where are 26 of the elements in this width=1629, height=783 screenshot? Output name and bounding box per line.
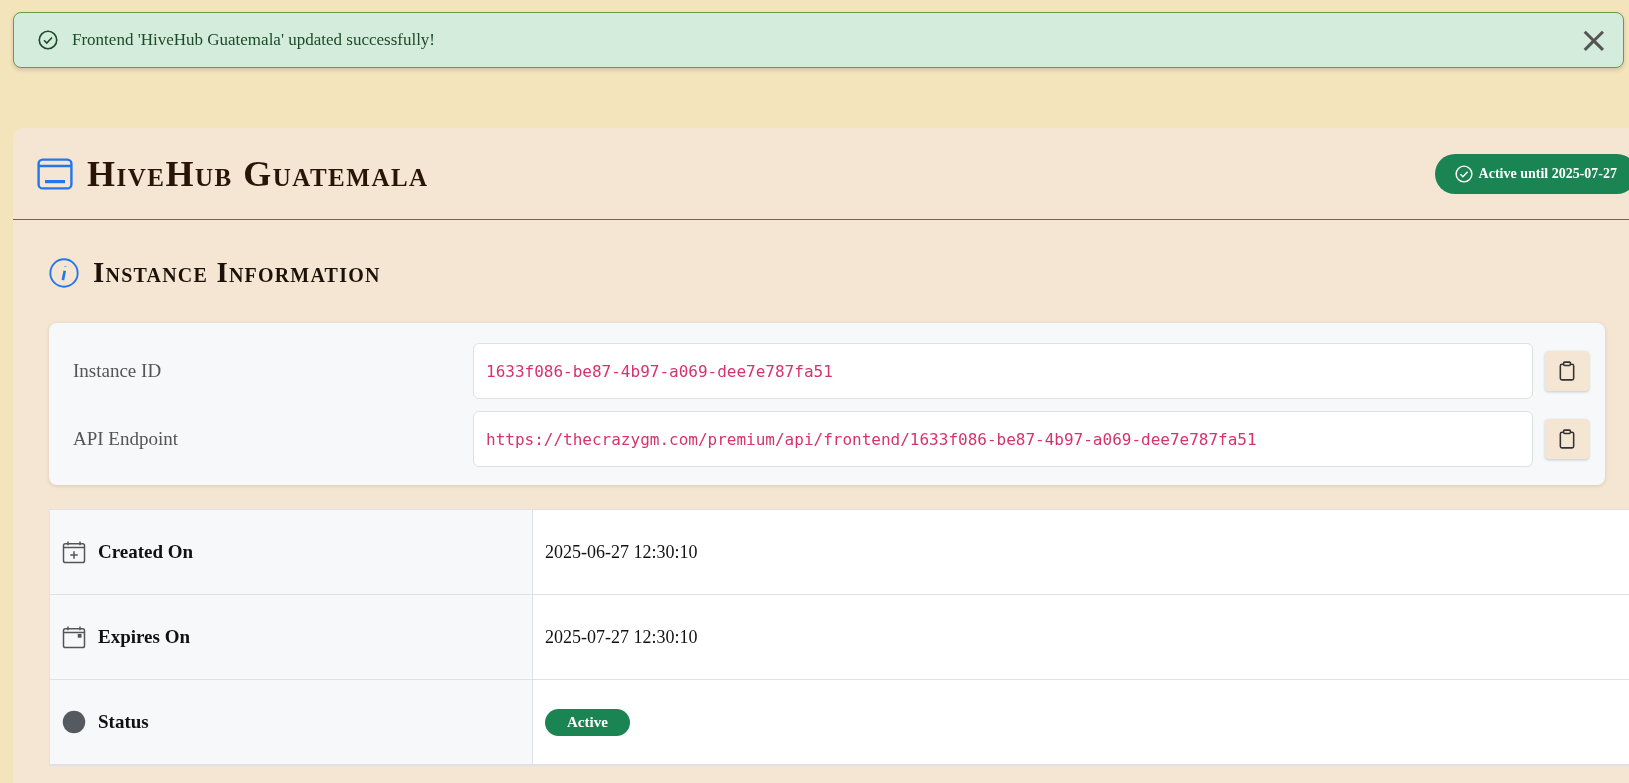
status-pill: Active: [545, 708, 630, 736]
row-label: Status: [98, 711, 149, 733]
window-icon: [37, 157, 73, 190]
close-button[interactable]: ×: [1574, 22, 1613, 58]
table-cell: 2025-07-27 12:30:10: [533, 595, 1629, 679]
info-icon: [49, 257, 79, 288]
readonly-field[interactable]: https://thecrazygm.com/premium/api/frontend/1633f086-be87-4b97-a069-dee7e787fa51: [473, 411, 1533, 467]
section-title: Instance Information: [93, 256, 381, 289]
calendar-plus-icon: [62, 540, 86, 564]
clipboard-icon: [1558, 429, 1576, 449]
readonly-field[interactable]: 1633f086-be87-4b97-a069-dee7e787fa51: [473, 343, 1533, 399]
alert-message: Frontend 'HiveHub Guatemala' updated successfully!: [72, 30, 437, 50]
clipboard-icon: [1558, 361, 1576, 381]
field-label: Instance ID: [73, 360, 163, 382]
table-cell: 2025-06-27 12:30:10: [533, 510, 1629, 594]
copy-button[interactable]: [1545, 351, 1589, 391]
status-dot-icon: [62, 710, 86, 734]
copy-button[interactable]: [1545, 419, 1589, 459]
instance-title: HiveHub Guatemala: [87, 152, 430, 195]
check-circle-icon: [1454, 164, 1473, 183]
status-badge: Active until 2025-07-27: [1434, 153, 1629, 194]
check-circle-icon: [38, 30, 58, 50]
calendar-icon: [62, 625, 86, 649]
row-label: Created On: [98, 541, 194, 563]
row-label: Expires On: [98, 626, 191, 648]
field-label: API Endpoint: [73, 428, 180, 450]
